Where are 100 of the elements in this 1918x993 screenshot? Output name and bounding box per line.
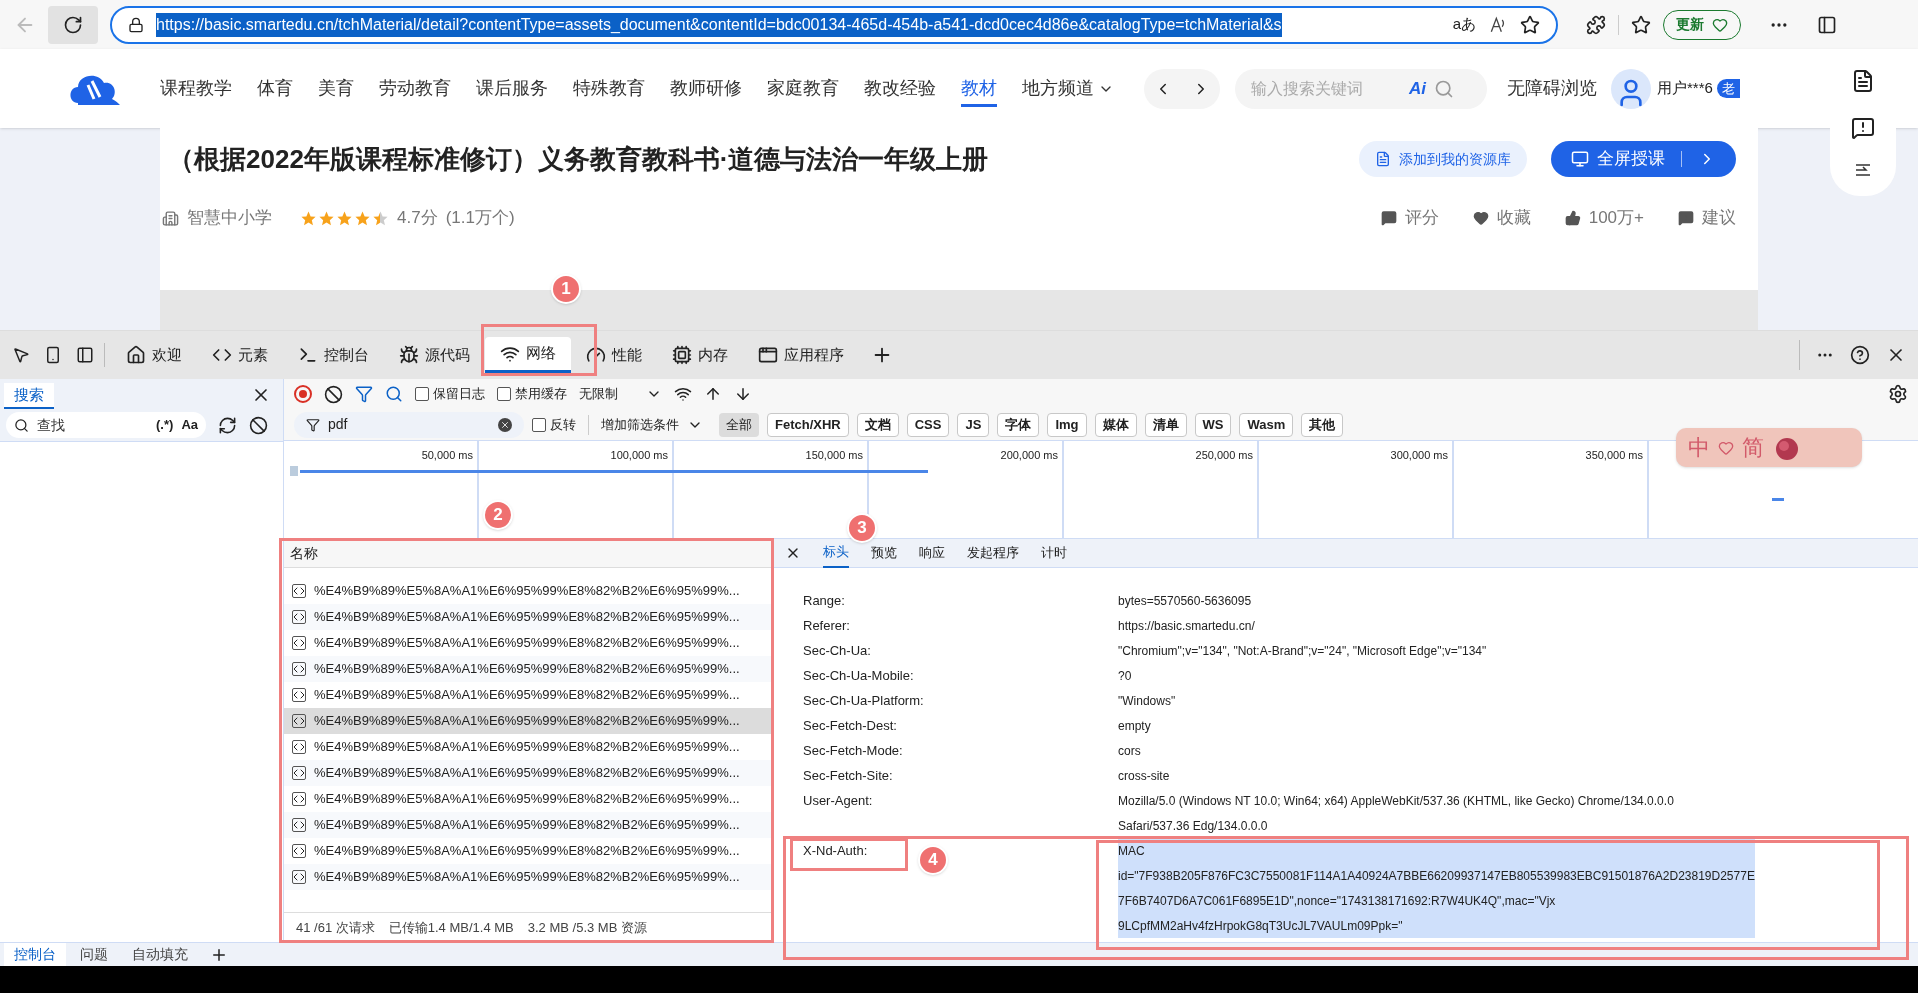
- refresh-icon[interactable]: [218, 415, 237, 435]
- checkbox-box[interactable]: [497, 387, 511, 401]
- network-conditions-icon[interactable]: [674, 385, 692, 403]
- column-header[interactable]: 名称: [290, 542, 318, 564]
- devtools-tab[interactable]: 内存: [657, 337, 743, 373]
- checkbox[interactable]: 禁用缓存: [497, 384, 567, 404]
- translate-icon[interactable]: aあ: [1452, 13, 1476, 36]
- favorites-icon[interactable]: [1631, 14, 1651, 35]
- search-field[interactable]: 查找 (.*) Aa: [6, 412, 206, 438]
- page-action[interactable]: 收藏: [1472, 205, 1531, 231]
- type-filter-chip[interactable]: 全部: [719, 412, 759, 437]
- address-bar[interactable]: https://basic.smartedu.cn/tchMaterial/detail?contentType=assets_document&contentId=bdc00134-465d-454b-a541-dcd0cec4d86e&catalogType=tchMaterial&s aあ: [110, 5, 1558, 44]
- match-case-toggle[interactable]: Aa: [181, 415, 198, 435]
- clear-icon[interactable]: [498, 417, 512, 432]
- ai-label[interactable]: Ai: [1409, 75, 1426, 102]
- page-action[interactable]: 评分: [1380, 205, 1439, 231]
- reload-button[interactable]: [48, 5, 98, 44]
- request-row[interactable]: %E4%B9%89%E5%8A%A1%E6%95%99%E8%82%B2%E6%95%99%...: [284, 656, 772, 682]
- checkbox[interactable]: 保留日志: [415, 384, 485, 404]
- request-name: %E4%B9%89%E5%8A%A1%E6%95%99%E8%82%B2%E6%95%99%...: [314, 790, 740, 809]
- sidebar-icon[interactable]: [1817, 14, 1837, 35]
- search-icon[interactable]: [1434, 78, 1454, 99]
- document-icon[interactable]: [1851, 68, 1875, 93]
- detail-tab[interactable]: 发起程序: [967, 538, 1019, 568]
- nav-link[interactable]: 教材: [961, 75, 997, 107]
- devtools-tab[interactable]: 网络: [485, 337, 571, 373]
- nav-link[interactable]: 地方频道: [1022, 75, 1114, 102]
- request-row[interactable]: %E4%B9%89%E5%8A%A1%E6%95%99%E8%82%B2%E6%95%99%...: [284, 812, 772, 838]
- drawer-tab[interactable]: 问题: [70, 942, 118, 967]
- search-tab[interactable]: 搜索: [4, 383, 54, 409]
- nav-link[interactable]: 美育: [318, 75, 354, 102]
- device-icon[interactable]: [44, 346, 62, 364]
- type-filter-chip[interactable]: 字体: [997, 412, 1040, 437]
- nav-link[interactable]: 课程教学: [160, 75, 232, 102]
- nav-link[interactable]: 课后服务: [476, 75, 548, 102]
- devtools-tab[interactable]: 性能: [571, 337, 657, 373]
- nav-link[interactable]: 劳动教育: [379, 75, 451, 102]
- type-filter-chip[interactable]: JS: [957, 412, 990, 437]
- nav-link[interactable]: 教师研修: [670, 75, 742, 102]
- type-filter-chip[interactable]: CSS: [906, 412, 950, 437]
- page-action[interactable]: 建议: [1678, 205, 1736, 231]
- import-icon[interactable]: [704, 385, 722, 403]
- clear-icon[interactable]: [324, 384, 343, 404]
- collapse-icon[interactable]: [1854, 162, 1872, 177]
- nav-link[interactable]: 体育: [257, 75, 293, 102]
- detail-tab[interactable]: 计时: [1041, 538, 1067, 568]
- devtools-tab[interactable]: 欢迎: [111, 337, 197, 373]
- regex-toggle[interactable]: (.*): [156, 415, 174, 435]
- type-filter-chip[interactable]: Wasm: [1239, 412, 1294, 437]
- detail-tab[interactable]: 标头: [823, 538, 849, 568]
- favorite-icon[interactable]: [1520, 14, 1540, 35]
- type-filter-chip[interactable]: 其他: [1301, 412, 1344, 437]
- accessibility-link[interactable]: 无障碍浏览: [1507, 75, 1597, 102]
- throttling-select[interactable]: 无限制: [579, 384, 618, 404]
- drawer-tab[interactable]: 自动填充: [122, 942, 198, 967]
- drawer-tab[interactable]: 控制台: [4, 942, 66, 967]
- fullscreen-teach-button[interactable]: 全屏授课: [1551, 141, 1736, 177]
- checkbox[interactable]: 反转: [532, 414, 576, 435]
- request-row[interactable]: %E4%B9%89%E5%8A%A1%E6%95%99%E8%82%B2%E6%95%99%...: [284, 708, 772, 734]
- filter-input[interactable]: pdf: [328, 414, 488, 435]
- devtools-tab[interactable]: 应用程序: [743, 337, 859, 373]
- type-filter-chip[interactable]: WS: [1194, 412, 1232, 437]
- more-filters-dropdown[interactable]: 增加筛选条件: [601, 414, 679, 435]
- filter-icon[interactable]: [355, 385, 373, 403]
- export-icon[interactable]: [734, 385, 752, 403]
- settings-icon[interactable]: [1888, 384, 1908, 404]
- request-row[interactable]: %E4%B9%89%E5%8A%A1%E6%95%99%E8%82%B2%E6%95%99%...: [284, 604, 772, 630]
- type-filter-chip[interactable]: 清单: [1144, 412, 1187, 437]
- inspect-icon[interactable]: [12, 346, 30, 364]
- type-filter-chip[interactable]: 文档: [856, 412, 899, 437]
- timeline-tick-label: 300,000 ms: [1390, 448, 1448, 463]
- user-name[interactable]: 用户***6: [1657, 77, 1713, 100]
- record-icon[interactable]: [294, 385, 312, 403]
- page-action[interactable]: 100万+: [1564, 205, 1644, 231]
- add-to-library-button[interactable]: 添加到我的资源库: [1359, 141, 1527, 177]
- devtools-tab[interactable]: 元素: [197, 337, 283, 373]
- type-filter-chip[interactable]: Fetch/XHR: [767, 412, 849, 437]
- feedback-icon[interactable]: [1851, 115, 1875, 140]
- request-row[interactable]: %E4%B9%89%E5%8A%A1%E6%95%99%E8%82%B2%E6%95%99%...: [284, 760, 772, 786]
- filter-field[interactable]: pdf: [294, 411, 524, 438]
- type-filter-chip[interactable]: Img: [1047, 412, 1087, 437]
- avatar-icon[interactable]: [1611, 68, 1651, 109]
- nav-link[interactable]: 特殊教育: [573, 75, 645, 102]
- type-filter-chip[interactable]: 媒体: [1094, 412, 1137, 437]
- checkbox-box[interactable]: [532, 417, 546, 432]
- extensions-icon[interactable]: [1586, 14, 1606, 35]
- help-icon[interactable]: [1850, 345, 1870, 365]
- nav-link[interactable]: 家庭教育: [767, 75, 839, 102]
- search-input[interactable]: 查找: [37, 414, 117, 436]
- devtools-tab[interactable]: 控制台: [283, 337, 384, 373]
- site-search-input[interactable]: 输入搜索关键词: [1251, 76, 1401, 101]
- search-icon[interactable]: [385, 385, 403, 403]
- request-row[interactable]: %E4%B9%89%E5%8A%A1%E6%95%99%E8%82%B2%E6%95%99%...: [284, 864, 772, 890]
- clear-icon[interactable]: [249, 415, 268, 435]
- nav-link[interactable]: 教改经验: [864, 75, 936, 102]
- detail-tab[interactable]: 响应: [919, 538, 945, 568]
- checkbox-box[interactable]: [415, 387, 429, 401]
- site-search-field[interactable]: 输入搜索关键词 Ai: [1235, 68, 1487, 109]
- dock-icon[interactable]: [76, 346, 94, 364]
- devtools-tab[interactable]: 源代码: [384, 337, 485, 373]
